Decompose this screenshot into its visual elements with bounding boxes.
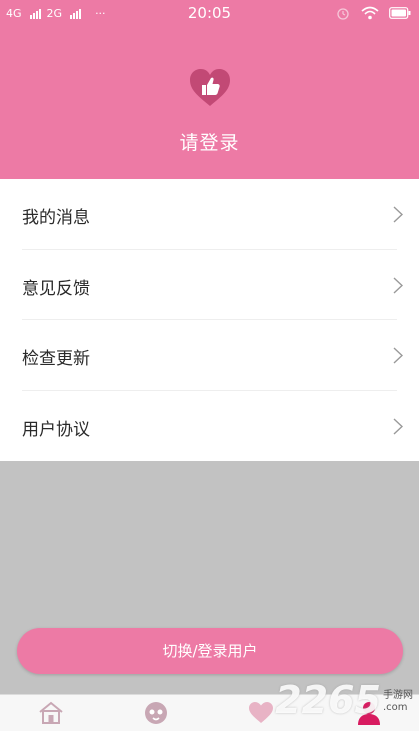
heart-icon: [249, 702, 273, 723]
face-icon: [145, 702, 167, 724]
tab-favorites[interactable]: [248, 701, 274, 725]
tab-home[interactable]: [38, 701, 64, 725]
menu-item-label: 我的消息: [22, 208, 90, 228]
status-right: [335, 5, 411, 21]
menu-item-check-update[interactable]: 检查更新: [0, 320, 419, 391]
chevron-right-icon: [393, 417, 403, 435]
tab-face[interactable]: [143, 701, 169, 725]
settings-menu: 我的消息 意见反馈 检查更新 用户协议: [0, 179, 419, 461]
menu-item-label: 意见反馈: [22, 278, 90, 299]
menu-item-feedback[interactable]: 意见反馈: [0, 250, 419, 320]
profile-header: 请登录: [0, 28, 419, 179]
menu-item-user-agreement[interactable]: 用户协议: [0, 391, 419, 462]
wifi-icon: [361, 6, 379, 20]
status-bar: 4G 2G ··· 20:05: [0, 0, 419, 28]
menu-item-label: 检查更新: [22, 349, 90, 369]
login-prompt[interactable]: 请登录: [0, 128, 419, 155]
chevron-right-icon: [393, 347, 403, 364]
switch-login-user-button[interactable]: 切换/登录用户: [17, 628, 403, 674]
watermark-line2: .com: [383, 702, 408, 713]
watermark-text: 手游网 .com: [383, 690, 413, 714]
menu-item-label: 用户协议: [22, 419, 90, 440]
chevron-right-icon: [393, 206, 403, 223]
watermark-number: 2265: [275, 678, 381, 722]
menu-item-messages[interactable]: 我的消息: [0, 179, 419, 250]
alarm-icon: [337, 8, 349, 20]
chevron-right-icon: [393, 276, 403, 294]
battery-icon: [389, 7, 411, 19]
watermark-line1: 手游网: [383, 690, 413, 701]
heart-thumbs-up-icon[interactable]: [188, 68, 232, 108]
home-icon: [39, 701, 63, 724]
site-watermark: 2265 手游网 .com: [275, 678, 413, 722]
